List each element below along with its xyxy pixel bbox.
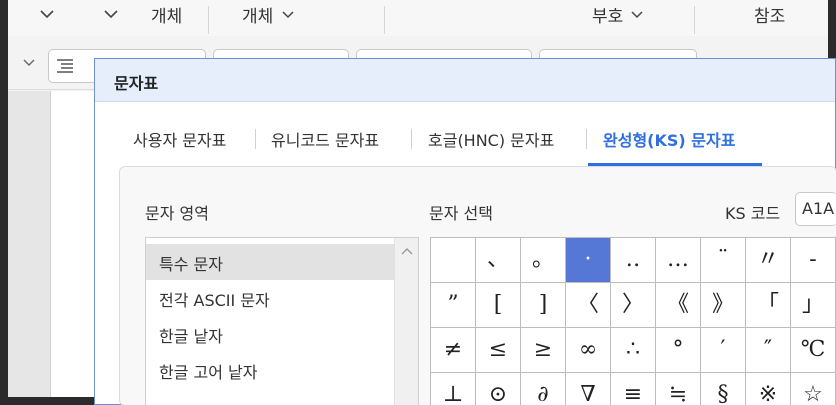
char-cell[interactable]: ≒ [656,373,701,405]
char-cell[interactable]: ∇ [566,373,611,405]
ks-code-label: KS 코드 [725,204,781,223]
char-cell[interactable]: ′ [701,328,746,373]
char-cell[interactable]: ° [656,328,701,373]
ks-code-value: A1A [802,199,835,218]
char-cell[interactable]: ″ [746,328,791,373]
list-item[interactable]: 한글 낱자 [146,316,394,352]
tab-ks-chars[interactable]: 완성형(KS) 문자표 [603,127,735,151]
char-cell[interactable]: ≥ [521,328,566,373]
char-cell[interactable]: ⊥ [431,373,476,405]
char-cell[interactable]: ※ [746,373,791,405]
paragraph-style-icon [57,59,73,73]
char-cell[interactable]: - [791,238,836,283]
dialog-titlebar[interactable]: 문자표 [95,59,835,102]
char-cell[interactable]: ≠ [431,328,476,373]
toolbar-object-menu[interactable]: 개체 [242,2,273,27]
char-cell[interactable]: ℃ [791,328,836,373]
list-item[interactable]: 특수 문자 [146,244,394,280]
char-cell[interactable]: ∂ [521,373,566,405]
tab-user-chars[interactable]: 사용자 문자표 [133,127,226,151]
char-cell[interactable]: ‥ [611,238,656,283]
char-cell[interactable]: · [566,238,611,283]
tab-separator [255,129,256,149]
char-cell[interactable]: ≡ [611,373,656,405]
char-cell[interactable]: 》 [701,283,746,328]
chevron-down-icon[interactable] [628,7,646,21]
scrollbar[interactable] [394,238,418,405]
char-cell[interactable]: 〈 [566,283,611,328]
toolbar-symbol-menu[interactable]: 부호 [592,2,623,27]
toolbar-reference-button[interactable]: 참조 [754,2,785,27]
tab-unicode-chars[interactable]: 유니코드 문자표 [271,127,379,151]
char-cell[interactable]: ¨ [701,238,746,283]
char-cell[interactable]: 《 [656,283,701,328]
tab-hnc-chars[interactable]: 호글(HNC) 문자표 [428,127,554,151]
chevron-down-icon[interactable] [279,7,297,21]
character-grid[interactable]: 、。 · ‥… ¨ 〃 - ”[] 〈〉《》「」 ≠ ≤ ≥ ∞ ∴ ° ′ ″ ℃ ⊥ ⊙ ∂ ∇ ≡ ≒ § ※ ☆ [430,237,836,405]
char-cell[interactable]: [ [476,283,521,328]
list-item-label: 특수 문자 [159,255,223,274]
char-cell[interactable] [431,238,476,283]
char-cell[interactable]: ∞ [566,328,611,373]
toolbar-separator [208,6,209,34]
list-item[interactable]: 전각 ASCII 문자 [146,280,394,316]
char-cell[interactable]: ☆ [791,373,836,405]
select-label: 문자 선택 [429,204,493,223]
char-cell[interactable]: ⊙ [476,373,521,405]
chevron-up-icon[interactable] [400,246,414,256]
list-item-label: 전각 ASCII 문자 [159,291,270,310]
area-list[interactable]: 특수 문자 전각 ASCII 문자 한글 낱자 한글 고어 낱자 [145,237,419,405]
char-cell[interactable]: 、 [476,238,521,283]
char-cell[interactable]: § [701,373,746,405]
list-item-label: 한글 낱자 [159,327,223,346]
chevron-down-icon[interactable] [102,7,120,21]
char-cell[interactable]: 〉 [611,283,656,328]
char-cell[interactable]: ] [521,283,566,328]
list-item[interactable]: 한글 고어 낱자 [146,352,394,388]
char-cell[interactable]: 」 [791,283,836,328]
char-cell[interactable]: … [656,238,701,283]
toolbar-object-label[interactable]: 개체 [151,2,182,27]
toolbar-separator [694,6,695,34]
ks-code-input[interactable]: A1A [795,192,836,226]
list-item-label: 한글 고어 낱자 [159,363,258,382]
character-map-dialog: 문자표 사용자 문자표 유니코드 문자표 호글(HNC) 문자표 완성형(KS)… [94,58,836,405]
char-cell[interactable]: ” [431,283,476,328]
char-cell[interactable]: 。 [521,238,566,283]
char-cell[interactable]: 「 [746,283,791,328]
tab-separator [411,129,412,149]
toolbar-separator [384,6,385,34]
chevron-down-icon[interactable] [38,7,56,21]
char-cell[interactable]: ∴ [611,328,656,373]
char-cell[interactable]: 〃 [746,238,791,283]
toolbar-top: 개체 개체 부호 참조 [8,0,828,36]
char-cell[interactable]: ≤ [476,328,521,373]
area-label: 문자 영역 [145,204,209,223]
dialog-title: 문자표 [114,74,159,93]
tab-separator [586,129,587,149]
chevron-down-icon[interactable] [20,56,38,70]
